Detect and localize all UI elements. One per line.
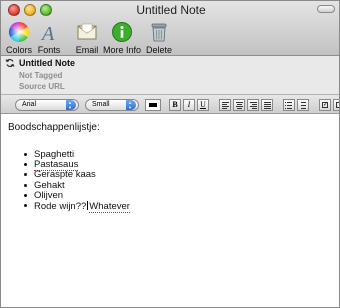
checkbox-icon: ✓ <box>322 102 329 108</box>
more-info-label: More Info <box>102 45 142 55</box>
colors-label: Colors <box>5 45 32 55</box>
toolbar-toggle-button[interactable] <box>317 5 335 13</box>
list-item-text: Rode wijn?? <box>34 201 87 213</box>
justify-button[interactable] <box>261 99 273 111</box>
envelope-icon <box>77 23 97 40</box>
delete-label: Delete <box>145 45 172 55</box>
more-info-button[interactable]: More Info <box>102 21 142 55</box>
colors-button[interactable]: Colors <box>5 21 33 55</box>
font-family-select[interactable]: Arial ▲ ▼ <box>15 99 79 111</box>
unified-toolbar: Untitled Note Colors A Fonts Email More … <box>1 1 339 56</box>
trash-icon <box>151 23 167 42</box>
info-icon <box>112 22 132 42</box>
format-overflow-icon <box>336 102 339 108</box>
underline-button[interactable]: U <box>197 99 209 111</box>
note-heading: Boodschappenlijstje: <box>8 122 100 133</box>
font-family-value: Arial <box>22 101 37 108</box>
checkbox-button[interactable]: ✓ <box>319 99 331 111</box>
align-center-button[interactable] <box>233 99 245 111</box>
format-bar: Arial ▲ ▼ Small ▲ ▼ B I U ✓ <box>1 94 339 114</box>
font-size-select[interactable]: Small ▲ ▼ <box>85 99 139 111</box>
list-item: Olijven <box>24 190 130 201</box>
source-url-field[interactable]: Source URL <box>19 82 65 91</box>
note-window: Untitled Note Colors A Fonts Email More … <box>0 0 340 308</box>
italic-button[interactable]: I <box>183 99 195 111</box>
select-arrows-icon: ▲ ▼ <box>126 100 136 110</box>
fonts-label: Fonts <box>37 45 61 55</box>
numbered-list-button[interactable] <box>297 99 309 111</box>
fonts-button[interactable]: A Fonts <box>36 21 62 55</box>
note-metadata: Untitled Note Not Tagged Source URL <box>1 56 339 94</box>
align-right-button[interactable] <box>247 99 259 111</box>
tags-field[interactable]: Not Tagged <box>19 71 62 80</box>
shopping-list: Spaghetti Pastasaus Geraspte kaas Gehakt… <box>24 149 130 214</box>
select-arrows-icon: ▲ ▼ <box>66 100 76 110</box>
text-color-well[interactable] <box>145 99 161 111</box>
sync-icon[interactable] <box>5 58 15 68</box>
font-size-value: Small <box>92 101 110 108</box>
color-swatch <box>149 103 157 107</box>
window-title: Untitled Note <box>136 3 206 17</box>
note-editor[interactable]: Boodschappenlijstje: Spaghetti Pastasaus… <box>1 114 339 307</box>
email-button[interactable]: Email <box>75 21 99 55</box>
misspelled-word: Whatever <box>89 201 130 214</box>
svg-text:A: A <box>40 23 55 43</box>
delete-button[interactable]: Delete <box>145 21 173 55</box>
more-format-button[interactable] <box>333 99 339 111</box>
bullet-list-button[interactable] <box>283 99 295 111</box>
list-item: Rode wijn?? Whatever <box>24 201 130 214</box>
font-icon: A <box>40 23 55 43</box>
color-wheel-icon <box>9 22 29 42</box>
align-left-button[interactable] <box>219 99 231 111</box>
bold-button[interactable]: B <box>169 99 181 111</box>
email-label: Email <box>75 45 99 55</box>
note-title-field[interactable]: Untitled Note <box>19 58 75 68</box>
